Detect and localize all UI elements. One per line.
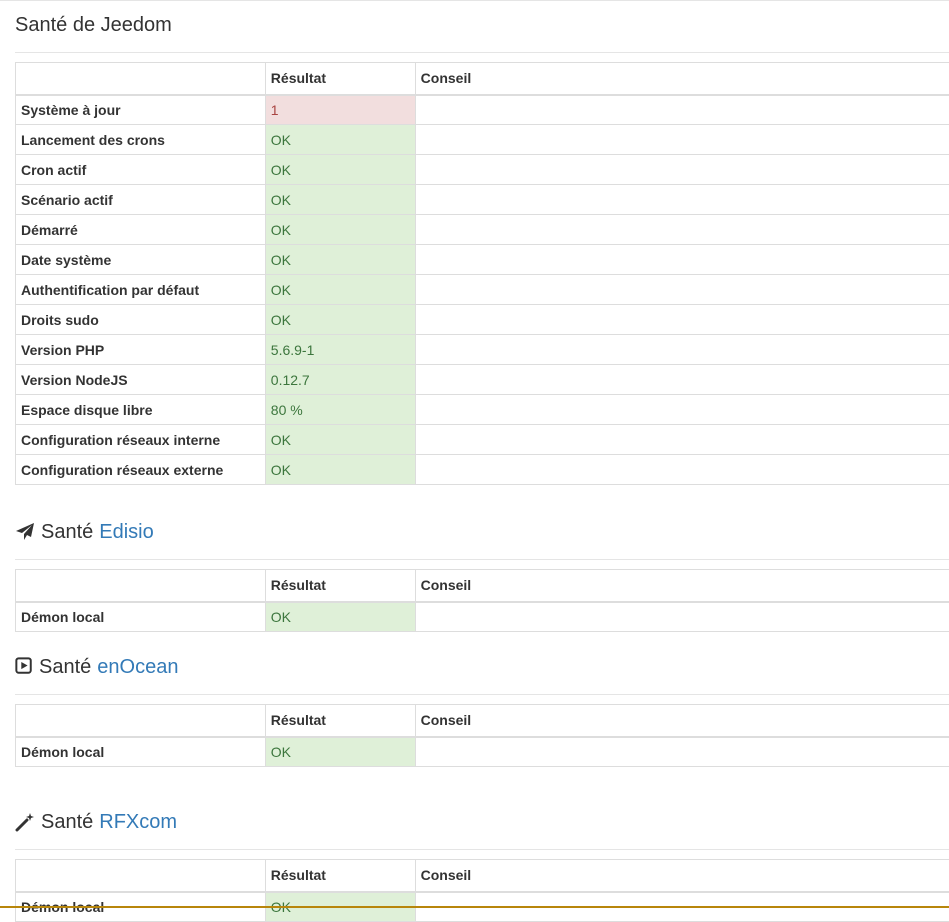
row-label: Cron actif xyxy=(16,155,266,185)
row-advice xyxy=(415,737,949,767)
table-row: Configuration réseaux interneOK xyxy=(16,425,949,455)
row-result: 1 xyxy=(265,95,415,125)
table-header-row: Résultat Conseil xyxy=(16,705,949,737)
paper-plane-icon xyxy=(15,522,35,542)
row-advice xyxy=(415,425,949,455)
row-advice xyxy=(415,275,949,305)
row-label: Configuration réseaux interne xyxy=(16,425,266,455)
row-result: OK xyxy=(265,215,415,245)
row-result: OK xyxy=(265,737,415,767)
enocean-plugin-link[interactable]: enOcean xyxy=(97,655,178,679)
row-label: Système à jour xyxy=(16,95,266,125)
top-divider xyxy=(0,0,949,1)
magic-wand-icon xyxy=(15,812,35,832)
table-row: Démon localOK xyxy=(16,602,949,632)
row-advice xyxy=(415,155,949,185)
table-header-row: Résultat Conseil xyxy=(16,570,949,602)
table-row: Système à jour1 xyxy=(16,95,949,125)
edisio-title-prefix: Santé xyxy=(41,520,93,544)
table-row: Configuration réseaux externeOK xyxy=(16,455,949,485)
row-advice xyxy=(415,125,949,155)
header-result: Résultat xyxy=(265,860,415,892)
table-row: Droits sudoOK xyxy=(16,305,949,335)
header-result: Résultat xyxy=(265,63,415,95)
row-label: Authentification par défaut xyxy=(16,275,266,305)
rfxcom-health-title: Santé RFXcom xyxy=(15,810,949,850)
row-advice xyxy=(415,602,949,632)
row-advice xyxy=(415,185,949,215)
table-header-row: Résultat Conseil xyxy=(16,63,949,95)
row-label: Date système xyxy=(16,245,266,275)
row-advice xyxy=(415,305,949,335)
row-advice xyxy=(415,335,949,365)
table-row: Version NodeJS0.12.7 xyxy=(16,365,949,395)
enocean-title-prefix: Santé xyxy=(39,655,91,679)
jeedom-health-title: Santé de Jeedom xyxy=(15,13,949,53)
row-result: 5.6.9-1 xyxy=(265,335,415,365)
header-name xyxy=(16,570,266,602)
row-label: Scénario actif xyxy=(16,185,266,215)
row-advice xyxy=(415,215,949,245)
jeedom-health-title-text: Santé de Jeedom xyxy=(15,13,172,37)
enocean-health-title: Santé enOcean xyxy=(15,655,949,695)
row-label: Démon local xyxy=(16,737,266,767)
table-row: Version PHP5.6.9-1 xyxy=(16,335,949,365)
row-result: OK xyxy=(265,185,415,215)
row-advice xyxy=(415,365,949,395)
row-label: Démon local xyxy=(16,602,266,632)
table-row: DémarréOK xyxy=(16,215,949,245)
header-advice: Conseil xyxy=(415,63,949,95)
row-label: Version PHP xyxy=(16,335,266,365)
row-label: Lancement des crons xyxy=(16,125,266,155)
edisio-health-table: Résultat Conseil Démon localOK xyxy=(15,569,949,632)
row-result: OK xyxy=(265,425,415,455)
row-advice xyxy=(415,395,949,425)
row-advice xyxy=(415,95,949,125)
row-advice xyxy=(415,455,949,485)
table-row: Authentification par défautOK xyxy=(16,275,949,305)
row-result: OK xyxy=(265,455,415,485)
header-name xyxy=(16,705,266,737)
row-label: Configuration réseaux externe xyxy=(16,455,266,485)
header-advice: Conseil xyxy=(415,860,949,892)
edisio-plugin-link[interactable]: Edisio xyxy=(99,520,153,544)
header-name xyxy=(16,63,266,95)
table-row: Cron actifOK xyxy=(16,155,949,185)
row-label: Espace disque libre xyxy=(16,395,266,425)
rfxcom-health-table: Résultat Conseil Démon localOK xyxy=(15,859,949,922)
header-result: Résultat xyxy=(265,570,415,602)
table-row: Scénario actifOK xyxy=(16,185,949,215)
table-row: Espace disque libre80 % xyxy=(16,395,949,425)
header-result: Résultat xyxy=(265,705,415,737)
row-label: Démarré xyxy=(16,215,266,245)
row-result: OK xyxy=(265,305,415,335)
table-header-row: Résultat Conseil xyxy=(16,860,949,892)
jeedom-health-table: Résultat Conseil Système à jour1Lancemen… xyxy=(15,62,949,485)
row-result: 0.12.7 xyxy=(265,365,415,395)
header-advice: Conseil xyxy=(415,570,949,602)
row-result: OK xyxy=(265,155,415,185)
row-result: OK xyxy=(265,275,415,305)
row-result: OK xyxy=(265,602,415,632)
edisio-health-title: Santé Edisio xyxy=(15,520,949,560)
row-advice xyxy=(415,245,949,275)
rfxcom-title-prefix: Santé xyxy=(41,810,93,834)
row-label: Version NodeJS xyxy=(16,365,266,395)
header-name xyxy=(16,860,266,892)
row-result: 80 % xyxy=(265,395,415,425)
table-row: Date systèmeOK xyxy=(16,245,949,275)
rfxcom-plugin-link[interactable]: RFXcom xyxy=(99,810,177,834)
row-result: OK xyxy=(265,245,415,275)
table-row: Démon localOK xyxy=(16,737,949,767)
header-advice: Conseil xyxy=(415,705,949,737)
table-row: Lancement des cronsOK xyxy=(16,125,949,155)
row-label: Droits sudo xyxy=(16,305,266,335)
play-square-icon xyxy=(15,657,33,675)
row-result: OK xyxy=(265,125,415,155)
enocean-health-table: Résultat Conseil Démon localOK xyxy=(15,704,949,767)
